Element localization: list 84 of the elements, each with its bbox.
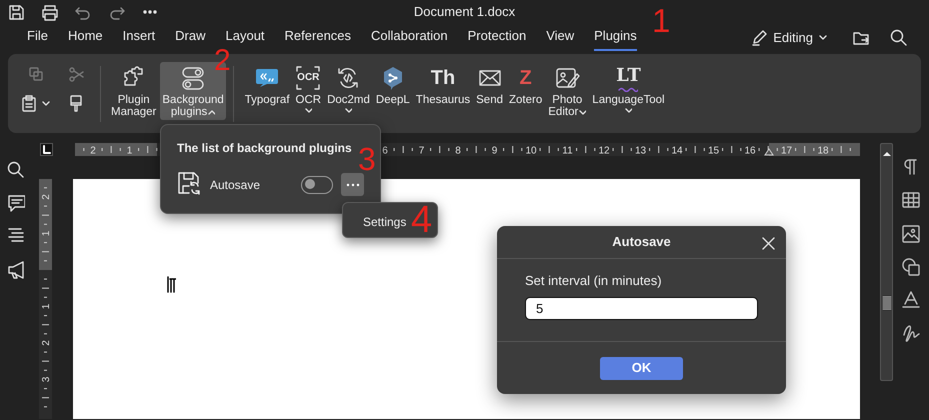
ruler-number: 1 <box>41 230 52 236</box>
wave-icon <box>618 86 638 92</box>
close-icon <box>761 236 776 251</box>
popup-title: The list of background plugins <box>177 140 353 157</box>
plugin-button[interactable]: Send <box>474 62 505 108</box>
menu-tab[interactable]: Home <box>68 24 103 52</box>
menu-tab[interactable]: Protection <box>468 24 526 52</box>
menu-tab[interactable]: View <box>546 24 574 52</box>
paint-brush-icon[interactable] <box>68 95 84 112</box>
ruler-number: 7 <box>418 146 424 156</box>
document-title: Document 1.docx <box>414 3 516 21</box>
text-cursor-icon <box>166 276 176 293</box>
ruler-number: 2 <box>41 340 52 346</box>
field-label: Set interval (in minutes) <box>525 272 663 290</box>
code-sync-icon <box>336 66 360 90</box>
dialog-title: Autosave <box>612 233 671 252</box>
ruler-number: 2 <box>90 146 96 156</box>
menu-tab[interactable]: Insert <box>122 24 156 52</box>
menu-tab[interactable]: References <box>284 24 352 52</box>
more-button[interactable] <box>341 173 364 196</box>
ruler-number: 11 <box>562 146 573 156</box>
megaphone-icon[interactable] <box>7 260 25 279</box>
shapes-icon[interactable] <box>901 257 921 277</box>
tab-stop-button[interactable] <box>40 143 53 156</box>
plugin-button[interactable]: DeepL <box>374 62 412 108</box>
save-icon[interactable] <box>8 4 25 20</box>
ruler-number: 9 <box>492 146 498 156</box>
ruler-number: 17 <box>780 146 792 156</box>
plugin-button[interactable]: OCR OCR <box>294 62 324 116</box>
ruler-number: 12 <box>598 146 610 156</box>
ruler-number: 6 <box>382 146 388 156</box>
photo-edit-icon <box>554 66 580 90</box>
scrollbar[interactable] <box>880 143 893 381</box>
ruler-number: 2 <box>41 194 52 200</box>
menu-tab[interactable]: File <box>27 24 48 52</box>
signature-icon[interactable] <box>901 323 921 343</box>
pencil-icon <box>751 29 768 46</box>
search-icon[interactable] <box>890 29 907 46</box>
editing-dropdown[interactable]: Editing <box>747 26 832 50</box>
vertical-ruler[interactable]: 2 1 1 2 3 <box>39 179 52 419</box>
plugin-button[interactable]: Photo Editor <box>546 62 588 120</box>
grip-icon[interactable] <box>882 296 892 310</box>
close-button[interactable] <box>761 236 776 251</box>
ok-button[interactable]: OK <box>600 356 683 380</box>
plugin-button[interactable]: Th Thesaurus <box>414 62 472 108</box>
logo-letters: LT <box>616 64 641 86</box>
search-icon[interactable] <box>7 161 25 180</box>
ruler-number: 18 <box>817 146 829 156</box>
plugin-button[interactable]: Doc2md <box>325 62 372 116</box>
caret-icon <box>818 33 828 42</box>
clipboard-icon <box>21 95 38 112</box>
indent-marker-icon[interactable] <box>764 148 774 156</box>
toggles-icon <box>181 66 206 90</box>
input-field[interactable]: 5 <box>525 296 758 320</box>
plugin-name: Autosave <box>210 176 260 194</box>
ruler-number: 13 <box>634 146 646 156</box>
menu-tab[interactable]: Collaboration <box>371 24 448 52</box>
paste-button[interactable] <box>21 95 51 112</box>
annotation-number: 1 <box>652 4 670 37</box>
ruler-number: 3 <box>41 376 52 382</box>
menu-tab[interactable]: Draw <box>175 24 206 52</box>
logo-letters: Th <box>430 67 456 89</box>
ruler-number: 16 <box>744 146 756 156</box>
caret-icon <box>40 99 51 108</box>
tab-stop-icon <box>41 144 52 155</box>
ruler-number: 8 <box>455 146 461 156</box>
ruler-number: 1 <box>41 304 52 310</box>
plugin-button[interactable]: Z Zotero <box>507 62 544 108</box>
plugin-button[interactable]: LT LanguageTool <box>590 62 667 116</box>
print-icon[interactable] <box>41 4 58 20</box>
plugin-button[interactable]: Typograf <box>242 62 292 108</box>
menu-tab[interactable]: Plugins <box>594 24 637 52</box>
scroll-up-icon[interactable] <box>882 150 892 158</box>
text-art-icon[interactable] <box>901 290 921 310</box>
comment-icon[interactable] <box>7 194 25 213</box>
ruler-number: 14 <box>671 146 683 156</box>
ruler-number: 10 <box>525 146 537 156</box>
toggle-switch[interactable] <box>301 176 333 194</box>
ruler-number: 15 <box>708 146 720 156</box>
annotation-number: 4 <box>411 201 432 239</box>
plugin-button[interactable]: Plugin Manager <box>109 62 158 120</box>
ruler-number: 1 <box>126 146 132 156</box>
logo-letters: Z <box>520 67 532 89</box>
image-icon[interactable] <box>901 224 921 244</box>
